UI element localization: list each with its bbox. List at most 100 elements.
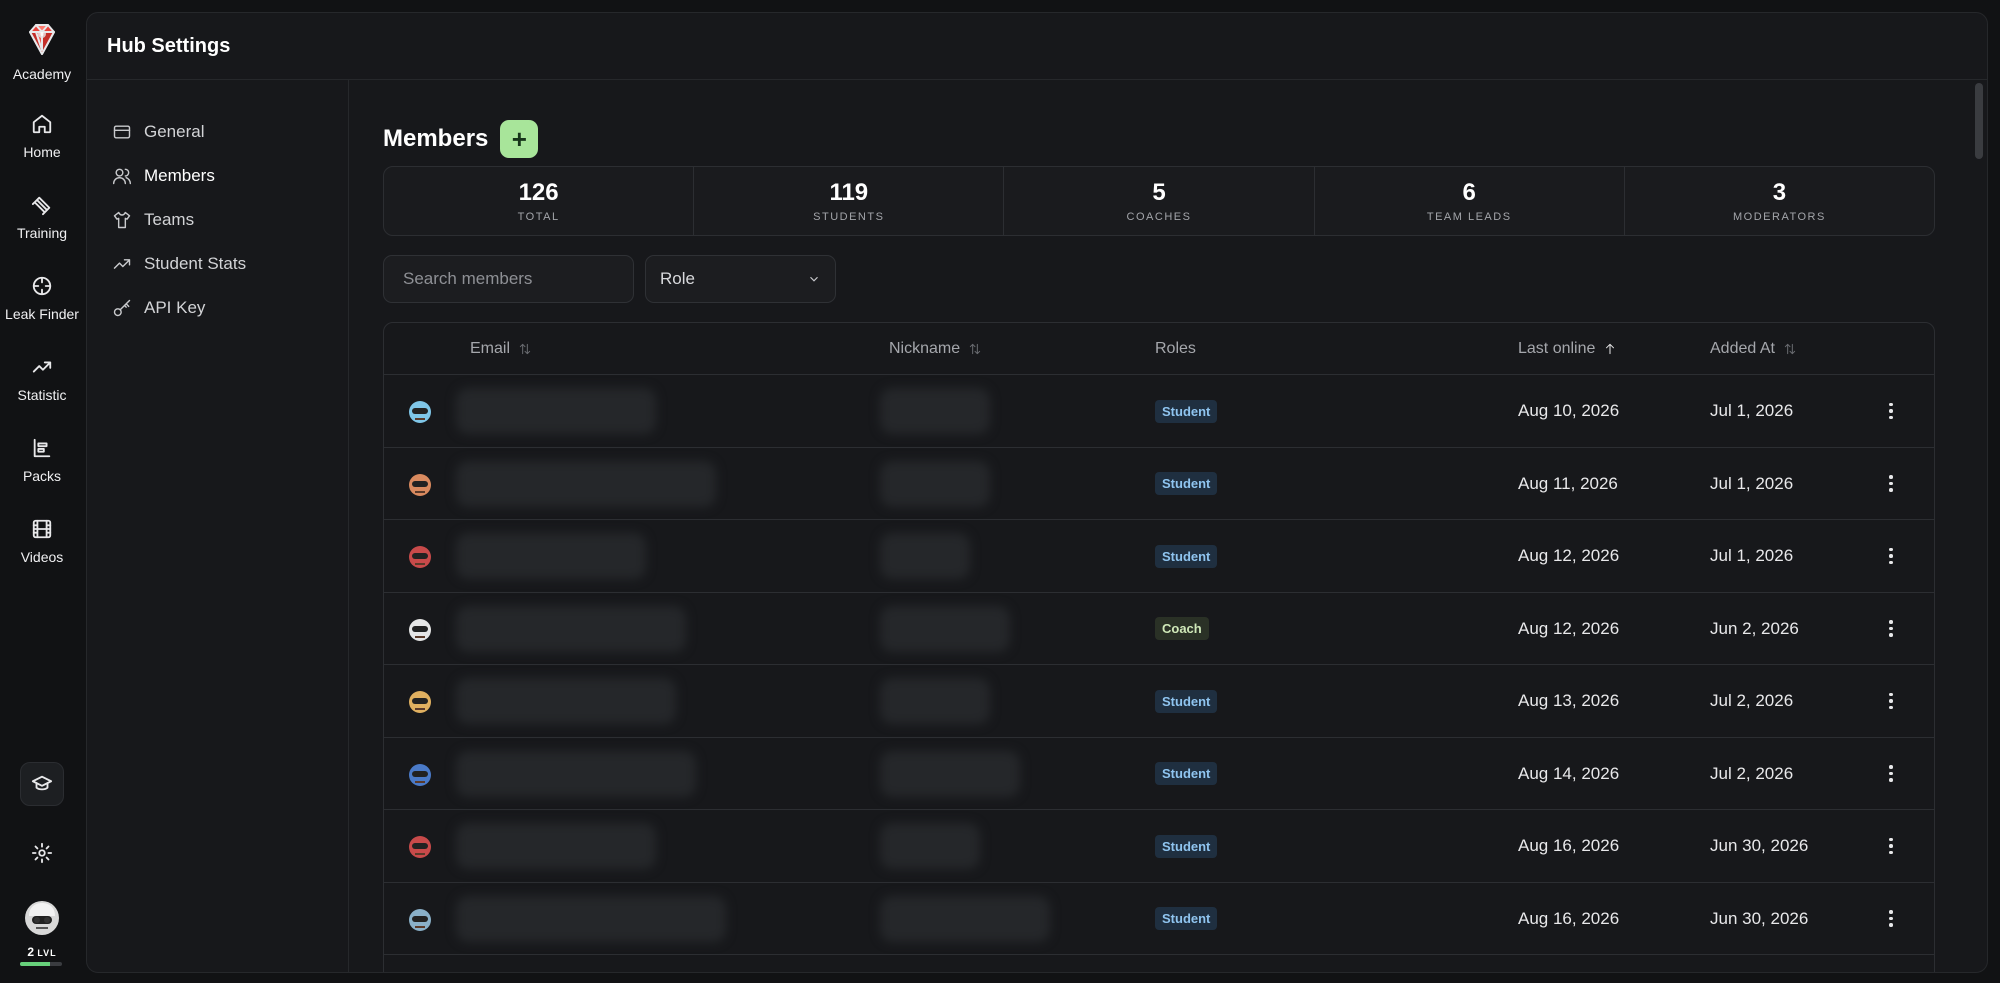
member-nickname-cell <box>880 883 1050 955</box>
member-roles-cell: Student <box>1155 883 1218 955</box>
redacted-nickname <box>880 823 980 869</box>
stat-label: COACHES <box>1126 211 1192 223</box>
sort-icon <box>969 343 981 355</box>
rail-item-packs[interactable]: Packs <box>0 437 84 484</box>
column-last-online[interactable]: Last online <box>1518 323 1617 375</box>
added-at-cell: Jun 2, 2026 <box>1710 618 1799 638</box>
last-online-cell: Aug 11, 2026 <box>1518 473 1618 493</box>
user-avatar[interactable] <box>24 900 60 936</box>
member-roles-cell: Student <box>1155 520 1218 592</box>
search-members-input[interactable] <box>383 255 634 303</box>
member-avatar-cell <box>404 665 436 737</box>
redacted-nickname <box>880 533 970 579</box>
member-email-cell <box>456 448 716 520</box>
row-menu-button[interactable] <box>1879 834 1903 858</box>
add-member-button[interactable]: + <box>500 120 539 158</box>
role-filter-select[interactable]: Role <box>645 255 836 303</box>
rail-item-training[interactable]: Training <box>0 194 84 241</box>
redacted-nickname <box>880 388 990 434</box>
column-nickname[interactable]: Nickname <box>889 323 982 375</box>
member-nickname-cell <box>880 810 980 882</box>
settings-nav-members[interactable]: Members <box>87 154 348 198</box>
added-at-cell: Jul 2, 2026 <box>1710 691 1794 710</box>
table-row[interactable]: Student Aug 16, 2026 Jun 30, 2026 <box>384 810 1934 883</box>
table-row[interactable]: Student Aug 16, 2026 Jun 30, 2026 <box>384 883 1934 955</box>
redacted-nickname <box>880 750 1020 797</box>
user-level: 2 LVL <box>18 945 66 959</box>
users-icon <box>112 168 132 185</box>
row-menu-button[interactable] <box>1879 399 1903 423</box>
row-menu-button[interactable] <box>1879 907 1903 931</box>
redacted-nickname <box>880 460 990 507</box>
rail-item-leak-finder[interactable]: Leak Finder <box>0 275 84 322</box>
settings-sidebar: General Members Teams Student Stats API … <box>87 80 349 972</box>
redacted-email <box>456 605 686 652</box>
row-menu-button[interactable] <box>1879 617 1903 641</box>
rail-item-statistic[interactable]: Statistic <box>0 356 84 403</box>
added-at-cell: Jul 1, 2026 <box>1710 473 1794 493</box>
row-actions-cell <box>1879 448 1903 520</box>
sort-ascending-icon <box>1606 343 1615 355</box>
added-at-cell: Jun 30, 2026 <box>1710 908 1809 928</box>
role-badge: Student <box>1155 544 1218 568</box>
sort-icon <box>1784 343 1796 355</box>
row-menu-button[interactable] <box>1879 544 1903 568</box>
stat-value: 119 <box>829 179 869 206</box>
settings-nav-label: Student Stats <box>144 254 247 273</box>
redacted-nickname <box>880 678 990 724</box>
member-nickname-cell <box>880 520 970 592</box>
last-online-cell: Aug 14, 2026 <box>1518 763 1620 783</box>
member-roles-cell: Student <box>1155 448 1218 520</box>
academy-logo-link[interactable]: Academy <box>0 20 84 82</box>
level-suffix: LVL <box>37 948 57 958</box>
rail-item-label: Leak Finder <box>5 306 79 322</box>
member-email-cell <box>456 883 726 955</box>
redacted-email <box>456 460 716 507</box>
column-roles: Roles <box>1155 323 1196 375</box>
member-avatar <box>409 546 431 568</box>
settings-nav-api-key[interactable]: API Key <box>87 286 348 330</box>
table-row[interactable]: Student Aug 14, 2026 Jul 2, 2026 <box>384 738 1934 810</box>
hub-settings-panel: Hub Settings General Members Teams Stude… <box>86 12 1988 973</box>
stat-students: 119 STUDENTS <box>694 167 1005 235</box>
table-row[interactable]: Student Aug 13, 2026 Jul 2, 2026 <box>384 665 1934 738</box>
key-icon <box>113 299 131 317</box>
crosshair-icon <box>32 276 52 296</box>
member-avatar-cell <box>404 520 436 592</box>
settings-nav-teams[interactable]: Teams <box>87 198 348 242</box>
table-header: Email Nickname Roles Last online Added A… <box>384 323 1934 375</box>
rail-item-home[interactable]: Home <box>0 113 84 160</box>
last-online-cell: Aug 16, 2026 <box>1518 836 1620 855</box>
row-actions-cell <box>1879 593 1903 665</box>
settings-nav-student-stats[interactable]: Student Stats <box>87 242 348 286</box>
member-avatar <box>409 473 431 496</box>
row-menu-button[interactable] <box>1879 689 1903 713</box>
role-badge: Student <box>1155 907 1218 930</box>
settings-nav-general[interactable]: General <box>87 110 348 154</box>
table-row[interactable]: Student Aug 10, 2026 Jul 1, 2026 <box>384 375 1934 448</box>
member-nickname-cell <box>880 375 990 447</box>
row-menu-button[interactable] <box>1879 472 1903 496</box>
stat-value: 3 <box>1772 179 1787 206</box>
trending-up-icon <box>113 259 131 269</box>
settings-button[interactable] <box>27 838 57 868</box>
column-email[interactable]: Email <box>470 323 532 375</box>
settings-nav-label: General <box>144 122 205 141</box>
level-number: 2 <box>27 945 34 959</box>
column-label: Nickname <box>889 340 961 357</box>
members-title: Members <box>383 125 489 152</box>
rail-item-videos[interactable]: Videos <box>0 518 84 565</box>
added-at-cell: Jul 2, 2026 <box>1710 763 1794 783</box>
page-title: Hub Settings <box>107 34 231 57</box>
row-menu-button[interactable] <box>1879 762 1903 786</box>
last-online-cell: Aug 12, 2026 <box>1518 618 1620 638</box>
member-avatar-cell <box>404 448 436 520</box>
table-row[interactable]: Student Aug 11, 2026 Jul 1, 2026 <box>384 448 1934 520</box>
table-row[interactable]: Coach Aug 12, 2026 Jun 2, 2026 <box>384 593 1934 665</box>
column-added-at[interactable]: Added At <box>1710 323 1797 375</box>
scrollbar-thumb[interactable] <box>1975 83 1983 159</box>
table-row[interactable]: Student Aug 12, 2026 Jul 1, 2026 <box>384 520 1934 593</box>
chevron-down-icon <box>810 276 818 282</box>
row-actions-cell <box>1879 520 1903 592</box>
academy-cap-button[interactable] <box>20 762 64 806</box>
